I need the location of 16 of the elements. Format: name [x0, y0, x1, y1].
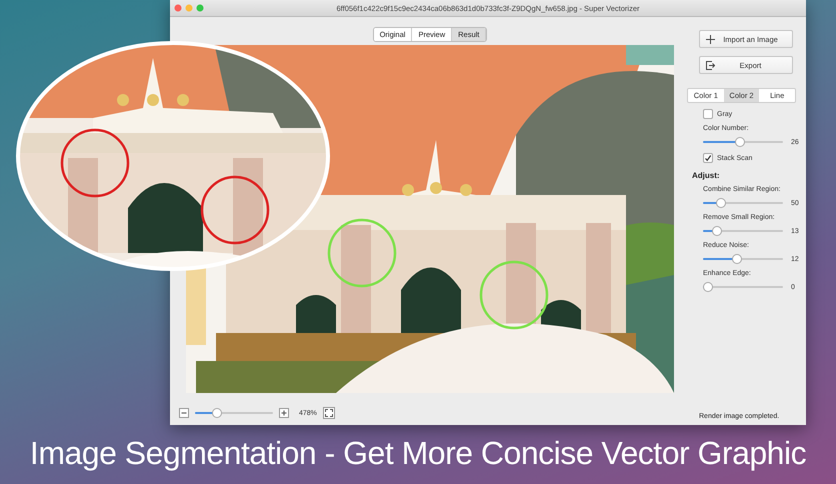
zoom-slider[interactable]: [195, 408, 273, 418]
slider[interactable]: [703, 226, 783, 236]
checkbox[interactable]: [703, 153, 713, 163]
slider[interactable]: [703, 282, 783, 292]
window-controls-icon[interactable]: [174, 4, 206, 12]
export-icon: [706, 60, 715, 70]
zoom-in-icon[interactable]: [279, 408, 289, 418]
slider[interactable]: [703, 254, 783, 264]
checkbox[interactable]: [703, 109, 713, 119]
slider[interactable]: [703, 137, 783, 147]
slider[interactable]: [703, 198, 783, 208]
zoom-out-icon[interactable]: [179, 408, 189, 418]
plus-icon: [706, 34, 715, 44]
caption-text: Image Segmentation - Get More Concise Vector Graphic: [28, 435, 808, 472]
section-heading: Adjust:: [692, 171, 721, 180]
fit-screen-icon[interactable]: [322, 407, 335, 419]
